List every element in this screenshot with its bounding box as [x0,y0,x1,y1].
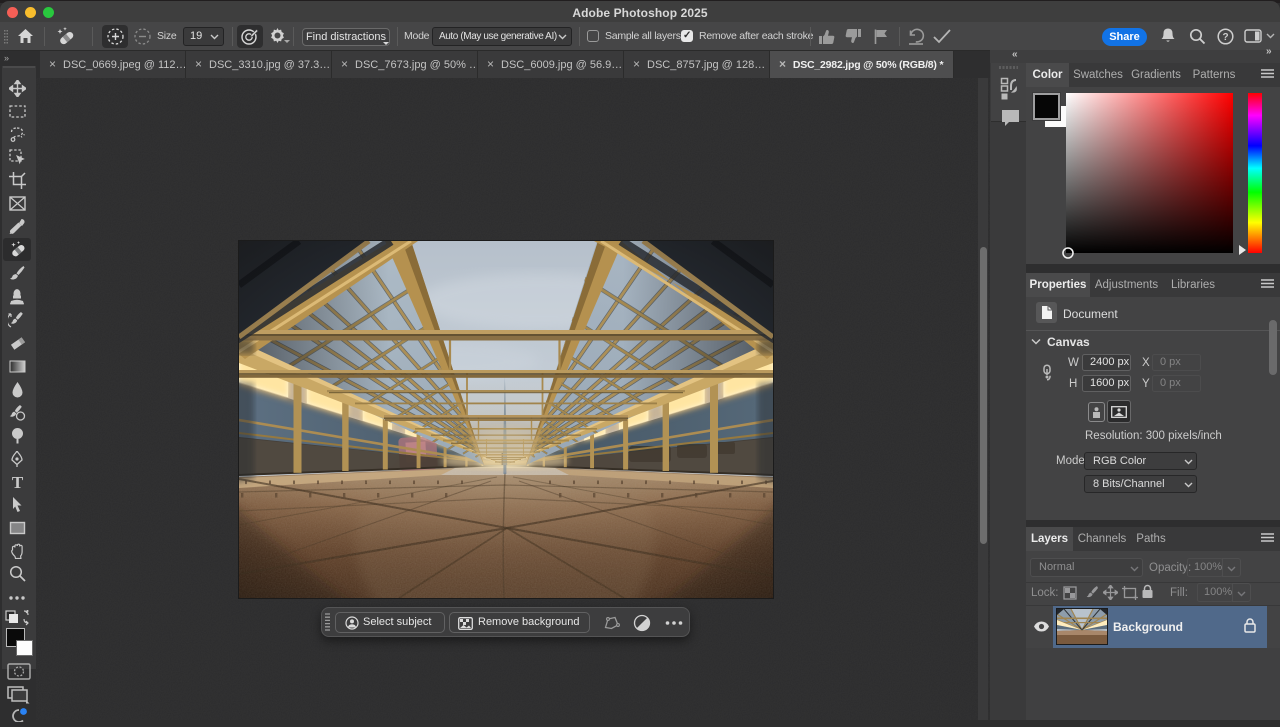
svg-text:T: T [11,474,23,490]
svg-text:?: ? [1222,32,1228,43]
